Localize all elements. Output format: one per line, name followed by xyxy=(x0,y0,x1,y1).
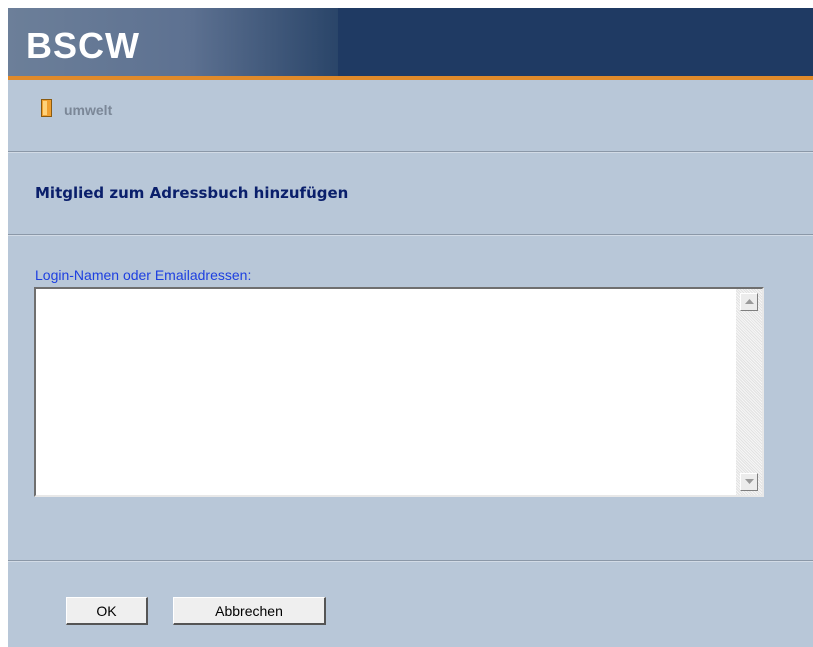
header-accent-rule xyxy=(8,76,813,80)
divider xyxy=(8,234,813,236)
ok-button[interactable]: OK xyxy=(66,597,148,625)
address-textarea-frame xyxy=(34,287,764,497)
bscw-logo: BSCW xyxy=(26,25,140,66)
scroll-up-button[interactable] xyxy=(740,293,758,311)
breadcrumb[interactable]: umwelt xyxy=(41,98,112,122)
arrow-up-icon xyxy=(744,299,754,304)
textarea-scrollbar[interactable] xyxy=(736,289,762,495)
divider xyxy=(8,151,813,153)
cancel-button[interactable]: Abbrechen xyxy=(173,597,326,625)
address-field-label: Login-Namen oder Emailadressen: xyxy=(35,267,252,283)
scroll-down-button[interactable] xyxy=(740,473,758,491)
header-bar: BSCW xyxy=(8,8,813,76)
folder-icon xyxy=(41,98,52,122)
page: BSCW umwelt Mitglied zum Adressbuch hinz… xyxy=(8,8,813,647)
address-textarea[interactable] xyxy=(36,289,736,495)
breadcrumb-label[interactable]: umwelt xyxy=(64,102,112,118)
divider xyxy=(8,560,813,562)
arrow-down-icon xyxy=(744,479,754,484)
page-title: Mitglied zum Adressbuch hinzufügen xyxy=(35,184,349,202)
